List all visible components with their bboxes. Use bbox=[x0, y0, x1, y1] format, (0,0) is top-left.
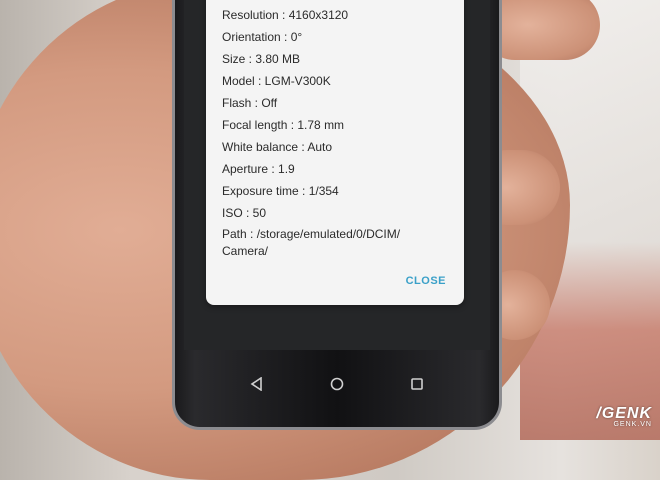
recents-square-icon bbox=[411, 378, 423, 390]
detail-path: Path : /storage/emulated/0/DCIM/ Camera/ bbox=[222, 227, 401, 258]
back-triangle-icon bbox=[250, 377, 262, 391]
home-circle-icon bbox=[330, 377, 344, 391]
detail-orientation: Orientation : 0° bbox=[222, 30, 303, 44]
back-button[interactable] bbox=[247, 374, 267, 394]
close-button[interactable]: CLOSE bbox=[406, 275, 446, 287]
home-button[interactable] bbox=[327, 374, 347, 394]
detail-model: Model : LGM-V300K bbox=[222, 74, 331, 88]
details-list: Resolution : 4160x3120 Orientation : 0° … bbox=[222, 6, 454, 266]
detail-size: Size : 3.80 MB bbox=[222, 52, 301, 66]
detail-resolution: Resolution : 4160x3120 bbox=[222, 8, 349, 22]
detail-flash: Flash : Off bbox=[222, 96, 278, 110]
genk-watermark: /GENK GENK.VN bbox=[596, 405, 652, 428]
detail-aperture: Aperture : 1.9 bbox=[222, 162, 295, 176]
navigation-bar bbox=[184, 360, 490, 408]
detail-focal-length: Focal length : 1.78 mm bbox=[222, 118, 345, 132]
recents-button[interactable] bbox=[407, 374, 427, 394]
detail-exposure-time: Exposure time : 1/354 bbox=[222, 184, 339, 198]
image-details-dialog: Resolution : 4160x3120 Orientation : 0° … bbox=[206, 0, 464, 305]
detail-iso: ISO : 50 bbox=[222, 206, 267, 220]
detail-white-balance: White balance : Auto bbox=[222, 140, 333, 154]
